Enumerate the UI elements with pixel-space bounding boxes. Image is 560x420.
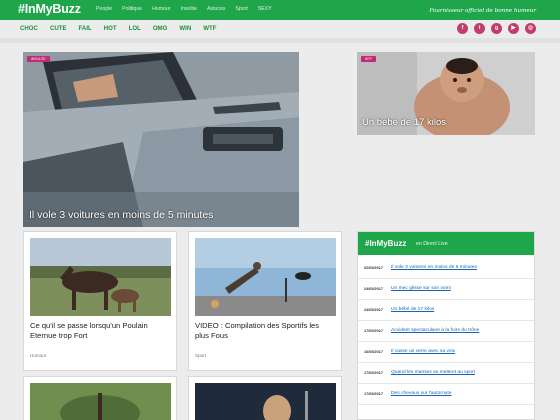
live-item-link[interactable]: Il casse un verre avec sa voix — [391, 349, 455, 354]
live-feed-item[interactable]: 16/05/2017 Il casse un verre avec sa voi… — [358, 342, 534, 363]
article-card[interactable] — [188, 376, 342, 420]
live-item-date: 02/05/2017 — [364, 266, 384, 270]
article-thumbnail — [195, 238, 336, 316]
side-feature-title[interactable]: Un bébé de 17 kilos — [362, 117, 446, 128]
instagram-icon[interactable]: ◎ — [525, 23, 536, 34]
live-feed-widget: #InMyBuzz en Direct Live 02/05/2017 Il v… — [357, 231, 535, 420]
live-feed-header: #InMyBuzz en Direct Live — [358, 232, 534, 255]
tag-hot[interactable]: HOT — [104, 25, 117, 32]
top-header-bar: #InMyBuzz People Politique Humour Insoli… — [0, 0, 560, 20]
hero-article[interactable]: Insolite Il vole 3 voitures en moins de … — [23, 52, 299, 227]
article-thumbnail — [195, 383, 336, 420]
twitter-icon[interactable]: t — [474, 23, 485, 34]
live-item-date: 17/05/2017 — [364, 329, 384, 333]
nav-sport[interactable]: Sport — [235, 6, 247, 12]
live-feed-item[interactable]: 17/05/2017 Accident spectaculaire à la f… — [358, 321, 534, 342]
tag-fail[interactable]: FAIL — [79, 25, 92, 32]
live-feed-item[interactable]: 17/05/2017 Quand les mamies se mettent a… — [358, 363, 534, 384]
category-bar: CHOC CUTE FAIL HOT LOL OMG WIN WTF f t g… — [0, 20, 560, 38]
live-item-date: 16/05/2017 — [364, 350, 384, 354]
live-feed-subtitle: en Direct Live — [416, 241, 448, 247]
side-feature-badge[interactable]: WTF — [361, 56, 376, 62]
live-item-link[interactable]: Un bébé de 17 kilos — [391, 307, 434, 312]
live-item-link[interactable]: Des chevaux sur l'autoroute — [391, 391, 451, 396]
article-title[interactable]: Ce qu'il se passe lorsqu'un Poulain Eter… — [30, 321, 170, 341]
social-links: f t g ▶ ◎ — [457, 23, 536, 34]
article-category[interactable]: Humour — [30, 353, 46, 358]
tag-win[interactable]: WIN — [179, 25, 191, 32]
article-card[interactable] — [23, 376, 177, 420]
header-divider — [0, 38, 560, 43]
live-feed-item[interactable]: 17/05/2017 Des chevaux sur l'autoroute — [358, 384, 534, 405]
live-item-link[interactable]: Accident spectaculaire à la foire du trô… — [391, 328, 479, 333]
main-nav: People Politique Humour Insolite Astuces… — [96, 6, 272, 12]
nav-insolite[interactable]: Insolite — [181, 6, 197, 12]
article-card[interactable]: Ce qu'il se passe lorsqu'un Poulain Eter… — [23, 231, 177, 371]
nav-people[interactable]: People — [96, 6, 112, 12]
tag-lol[interactable]: LOL — [129, 25, 141, 32]
nav-astuces[interactable]: Astuces — [207, 6, 225, 12]
article-title[interactable]: VIDEO : Compilation des Sportifs les plu… — [195, 321, 335, 341]
live-item-date: 24/05/2017 — [364, 287, 384, 291]
facebook-icon[interactable]: f — [457, 23, 468, 34]
live-feed-item[interactable]: 24/05/2017 Un mec glisse sur son vomi — [358, 279, 534, 300]
youtube-icon[interactable]: ▶ — [508, 23, 519, 34]
article-thumbnail — [30, 383, 171, 420]
site-tagline: Fournisseur officiel de bonne humeur — [429, 8, 536, 14]
nav-politique[interactable]: Politique — [122, 6, 142, 12]
side-feature-article[interactable]: WTF Un bébé de 17 kilos — [357, 52, 535, 135]
category-nav: CHOC CUTE FAIL HOT LOL OMG WIN WTF — [20, 25, 216, 32]
live-item-date: 24/05/2017 — [364, 308, 384, 312]
article-thumbnail — [30, 238, 171, 316]
nav-sexy[interactable]: SEXY — [258, 6, 272, 12]
hero-title[interactable]: Il vole 3 voitures en moins de 5 minutes — [29, 209, 213, 221]
live-item-link[interactable]: Quand les mamies se mettent au sport — [391, 370, 475, 375]
article-card[interactable]: VIDEO : Compilation des Sportifs les plu… — [188, 231, 342, 371]
tag-omg[interactable]: OMG — [153, 25, 168, 32]
live-item-date: 17/05/2017 — [364, 392, 384, 396]
tag-wtf[interactable]: WTF — [203, 25, 216, 32]
googleplus-icon[interactable]: g — [491, 23, 502, 34]
tag-choc[interactable]: CHOC — [20, 25, 38, 32]
site-logo[interactable]: #InMyBuzz — [18, 2, 81, 16]
live-item-link[interactable]: Il vole 3 voitures en moins de 5 minutes — [391, 265, 477, 270]
live-feed-brand: #InMyBuzz — [365, 239, 407, 248]
hero-image — [23, 52, 299, 227]
nav-humour[interactable]: Humour — [152, 6, 170, 12]
tag-cute[interactable]: CUTE — [50, 25, 67, 32]
live-feed-item[interactable]: 02/05/2017 Il vole 3 voitures en moins d… — [358, 258, 534, 279]
article-category[interactable]: Sport — [195, 353, 206, 358]
live-item-date: 17/05/2017 — [364, 371, 384, 375]
live-feed-item[interactable]: 24/05/2017 Un bébé de 17 kilos — [358, 300, 534, 321]
live-item-link[interactable]: Un mec glisse sur son vomi — [391, 286, 451, 291]
hero-category-badge[interactable]: Insolite — [27, 56, 50, 62]
